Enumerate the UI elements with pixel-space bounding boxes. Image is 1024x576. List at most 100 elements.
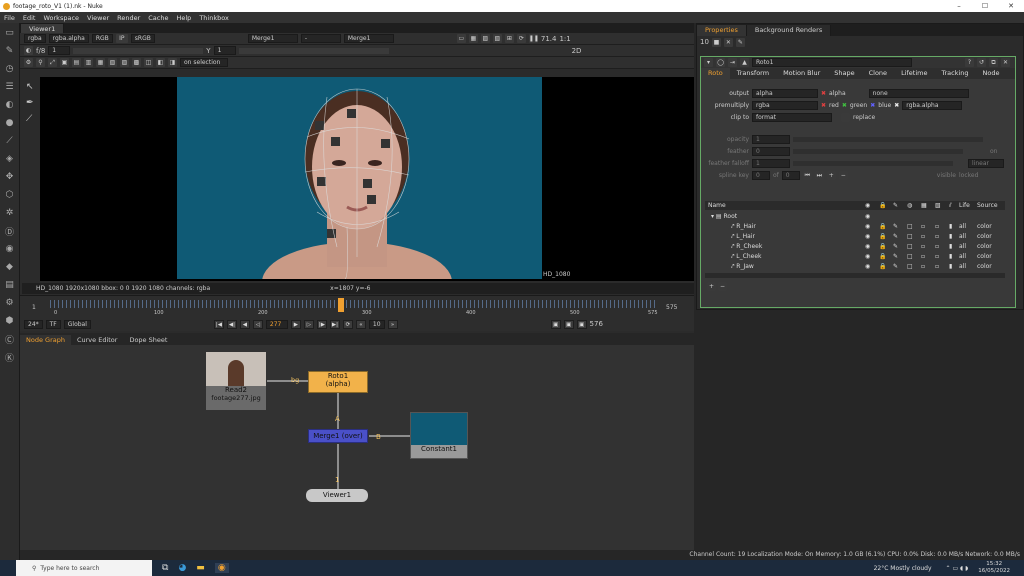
green-check-icon[interactable]: ✖ [842, 102, 847, 109]
float-icon[interactable]: ⧉ [989, 58, 998, 67]
other-icon[interactable]: ⚙ [4, 297, 16, 309]
subtab-lifetime[interactable]: Lifetime [894, 68, 934, 79]
invert-icon[interactable]: ▫ [921, 253, 935, 260]
prev-key-icon[interactable]: ◀| [226, 319, 237, 329]
tab-curve-editor[interactable]: Curve Editor [71, 335, 123, 345]
wipe-dropdown[interactable]: - [300, 34, 341, 43]
splinekey-field[interactable]: 0 [752, 171, 770, 180]
opacity-field[interactable]: 1 [752, 135, 790, 144]
input-b-dropdown[interactable]: Merge1 [343, 34, 394, 43]
lock-icon[interactable]: ⊞ [504, 34, 514, 43]
bezier-tool-icon[interactable]: ✒ [26, 98, 40, 108]
tree-scrollbar[interactable] [705, 273, 1005, 278]
tray-icons[interactable]: ⌃ ▭ ◖ ◗ [946, 565, 969, 572]
alpha-channel-check-icon[interactable]: ✖ [894, 102, 899, 109]
gain-icon[interactable]: ◐ [24, 46, 33, 55]
color-swatch-icon[interactable]: □ [907, 253, 921, 260]
max-panels-field[interactable]: 10 [700, 38, 709, 46]
channels-dropdown[interactable]: rgba [24, 34, 46, 43]
close-panel-icon[interactable]: ✕ [1001, 58, 1010, 67]
brush-icon[interactable]: ✎ [893, 243, 907, 250]
clear-panels-icon[interactable]: ✕ [723, 37, 733, 47]
red-check-icon[interactable]: ✖ [821, 102, 826, 109]
subtab-clone[interactable]: Clone [862, 68, 894, 79]
label-points-icon[interactable]: ▥ [84, 58, 93, 67]
premultiply-alpha-dropdown[interactable]: rgba.alpha [902, 101, 963, 110]
lock-icon[interactable]: 🔒 [879, 243, 893, 250]
viewer1-node[interactable]: Viewer1 [306, 489, 368, 502]
feather-field[interactable]: 0 [752, 147, 790, 156]
out-point-icon[interactable]: ▣ [563, 319, 574, 329]
autokey-icon[interactable]: ◨ [168, 58, 177, 67]
next-key-icon[interactable]: |▶ [316, 319, 327, 329]
color-pick-icon[interactable]: ▲ [740, 58, 749, 67]
opacity-slider[interactable] [793, 137, 983, 142]
views-icon[interactable]: ◉ [4, 243, 16, 255]
brush-tool-icon[interactable]: ⟋ [26, 114, 40, 124]
edit-icon[interactable]: ✎ [735, 37, 745, 47]
layer-row-root[interactable]: ▾ ▤ Root ◉ [705, 212, 1005, 221]
blend-icon[interactable]: ▫ [935, 223, 949, 230]
roi-icon[interactable]: ▭ [456, 34, 466, 43]
tab-background-renders[interactable]: Background Renders [746, 25, 832, 36]
current-frame-field[interactable]: 277 [265, 319, 288, 329]
tab-viewer1[interactable]: Viewer1 [20, 23, 65, 33]
color-swatch-icon[interactable]: □ [907, 223, 921, 230]
close-button[interactable]: ✕ [998, 0, 1024, 12]
invert-icon[interactable]: ▫ [921, 223, 935, 230]
invert-icon[interactable]: ▫ [921, 243, 935, 250]
blend-icon[interactable]: ▫ [935, 253, 949, 260]
menu-viewer[interactable]: Viewer [83, 14, 113, 22]
roto-mode-dropdown[interactable]: on selection [180, 58, 228, 67]
eye-icon[interactable]: ◉ [865, 263, 879, 270]
gamma-field[interactable]: 1 [213, 46, 236, 55]
menu-cache[interactable]: Cache [144, 14, 172, 22]
nuke-icon[interactable]: Ⓚ [4, 351, 16, 364]
eye-icon[interactable]: ◉ [865, 243, 879, 250]
last-frame-icon[interactable]: ▶| [329, 319, 340, 329]
tab-dope-sheet[interactable]: Dope Sheet [123, 335, 173, 345]
clock[interactable]: 15:32 16/05/2022 [978, 561, 1010, 575]
merge1-node[interactable]: Merge1 (over) [308, 429, 368, 443]
alpha-check-icon[interactable]: ✖ [821, 90, 826, 97]
lock-icon[interactable]: 🔒 [879, 253, 893, 260]
layer-row-r-hair[interactable]: ⤤ R_Hair ◉ 🔒 ✎ □ ▫ ▫ ▮ all color [705, 222, 1005, 231]
invert-icon[interactable]: ▫ [921, 263, 935, 270]
eye-icon[interactable]: ◉ [865, 223, 879, 230]
next-frame-icon[interactable]: ▷ [303, 319, 314, 329]
frame-step-field[interactable]: 1 [48, 46, 71, 55]
snap-icon[interactable]: ◫ [144, 58, 153, 67]
blue-check-icon[interactable]: ✖ [870, 102, 875, 109]
weather-text[interactable]: 22°C Mostly cloudy [874, 565, 932, 572]
subtab-roto[interactable]: Roto [701, 68, 730, 79]
layer-row-l-hair[interactable]: ⤤ L_Hair ◉ 🔒 ✎ □ ▫ ▫ ▮ all color [705, 232, 1005, 241]
tab-properties[interactable]: Properties [697, 25, 747, 36]
merge-icon[interactable]: ◈ [4, 153, 16, 165]
show-handles-icon[interactable]: ▩ [132, 58, 141, 67]
3d-icon[interactable]: ⬡ [4, 189, 16, 201]
mb-icon[interactable]: ▮ [949, 253, 959, 260]
global-dropdown[interactable]: Global [63, 319, 91, 329]
subtab-transform[interactable]: Transform [730, 68, 776, 79]
mb-icon[interactable]: ▮ [949, 243, 959, 250]
layer-row-r-cheek[interactable]: ⤤ R_Cheek ◉ 🔒 ✎ □ ▫ ▫ ▮ all color [705, 242, 1005, 251]
node-name-field[interactable]: Roto1 [752, 58, 912, 67]
falloff-mode-dropdown[interactable]: linear [968, 159, 1004, 168]
color-icon[interactable]: ◐ [4, 99, 16, 111]
falloff-slider[interactable] [793, 161, 953, 166]
proxy-value[interactable]: 2D [572, 47, 582, 55]
subtab-motion-blur[interactable]: Motion Blur [776, 68, 827, 79]
link-icon[interactable]: ⚲ [36, 58, 45, 67]
brush-icon[interactable]: ✎ [893, 263, 907, 270]
select-tool-icon[interactable]: ↖ [26, 82, 40, 92]
constant1-node[interactable]: Constant1 [410, 412, 468, 459]
key-add-icon[interactable]: + [826, 171, 836, 180]
key-prev-icon[interactable]: ⏮ [802, 171, 812, 180]
color-swatch-icon[interactable]: □ [907, 263, 921, 270]
eye-icon[interactable]: ◉ [865, 253, 879, 260]
fps-dropdown[interactable]: 24* [24, 319, 43, 329]
play-icon[interactable]: ▶ [290, 319, 301, 329]
toolsets-icon[interactable]: ▤ [4, 279, 16, 291]
minimize-button[interactable]: – [946, 0, 972, 12]
falloff-field[interactable]: 1 [752, 159, 790, 168]
